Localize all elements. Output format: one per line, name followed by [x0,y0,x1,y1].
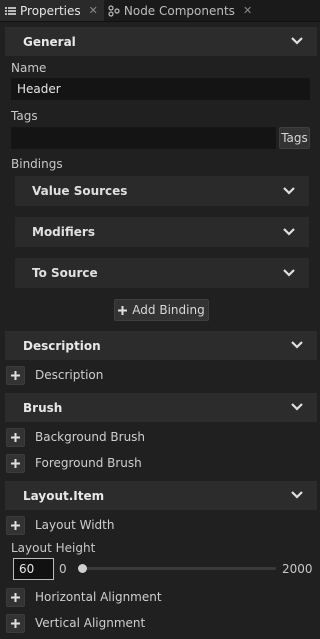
binding-group-label: Value Sources [32,184,128,198]
add-vertical-alignment-row: Vertical Alignment [6,613,145,633]
slider-min-label: 0 [59,562,67,576]
background-brush-label: Background Brush [35,430,146,444]
plus-icon [11,432,20,442]
binding-group-modifiers[interactable]: Modifiers [15,217,309,247]
tab-bar: Properties ✕ Node Components ✕ [0,0,320,22]
tab-properties[interactable]: Properties ✕ [0,0,104,21]
add-horizontal-alignment-row: Horizontal Alignment [6,587,162,607]
chevron-down-icon [283,187,295,195]
plus-icon [11,458,20,468]
foreground-brush-label: Foreground Brush [35,456,142,470]
description-label: Description [35,368,104,382]
name-field[interactable]: Header [11,78,310,100]
binding-group-label: Modifiers [32,225,95,239]
chevron-down-icon [283,269,295,277]
close-icon[interactable]: ✕ [89,4,98,17]
name-label: Name [11,61,47,75]
section-general-header[interactable]: General [5,27,317,56]
add-background-brush-row: Background Brush [6,427,145,447]
add-layout-width-button[interactable] [6,515,25,535]
section-brush-header[interactable]: Brush [5,393,317,422]
binding-group-to-source[interactable]: To Source [15,258,309,288]
layout-height-slider-handle[interactable] [78,564,87,573]
section-title: Description [23,338,101,353]
horizontal-alignment-label: Horizontal Alignment [35,590,162,604]
add-description-button[interactable] [6,365,25,385]
plus-icon [11,618,20,628]
plus-icon [11,592,20,602]
binding-group-label: To Source [32,266,98,280]
tab-label: Properties [20,3,81,18]
plus-icon [11,370,20,380]
plus-icon [11,520,20,530]
tab-label: Node Components [123,3,235,18]
layout-height-slider-track[interactable] [80,567,276,570]
chevron-down-icon [291,37,303,45]
tags-button[interactable]: Tags [279,127,310,149]
tab-node-components[interactable]: Node Components ✕ [104,0,258,21]
vertical-alignment-label: Vertical Alignment [35,616,146,630]
add-description-row: Description [6,365,103,385]
chevron-down-icon [291,403,303,411]
close-icon[interactable]: ✕ [243,4,252,17]
section-title: Brush [23,400,63,415]
add-foreground-brush-button[interactable] [6,453,25,473]
node-components-icon [108,4,120,17]
layout-width-label: Layout Width [35,518,115,532]
slider-max-label: 2000 [282,562,313,576]
add-background-brush-button[interactable] [6,427,25,447]
add-layout-width-row: Layout Width [6,515,114,535]
add-binding-label: Add Binding [132,303,205,317]
layout-height-field[interactable]: 60 [13,558,54,580]
add-foreground-brush-row: Foreground Brush [6,453,142,473]
chevron-down-icon [283,228,295,236]
layout-height-label: Layout Height [11,541,96,555]
section-layout-item-header[interactable]: Layout.Item [5,481,317,510]
bindings-label: Bindings [11,157,63,171]
tags-label: Tags [11,109,38,123]
section-title: Layout.Item [23,488,105,503]
add-horizontal-alignment-button[interactable] [6,587,25,607]
tags-field[interactable] [11,127,276,149]
section-title: General [23,34,76,49]
chevron-down-icon [291,491,303,499]
add-binding-button[interactable]: Add Binding [114,299,209,321]
list-icon [4,5,16,17]
section-description-header[interactable]: Description [5,331,317,360]
plus-icon [118,305,128,315]
binding-group-value-sources[interactable]: Value Sources [15,176,309,206]
add-vertical-alignment-button[interactable] [6,613,25,633]
chevron-down-icon [291,341,303,349]
